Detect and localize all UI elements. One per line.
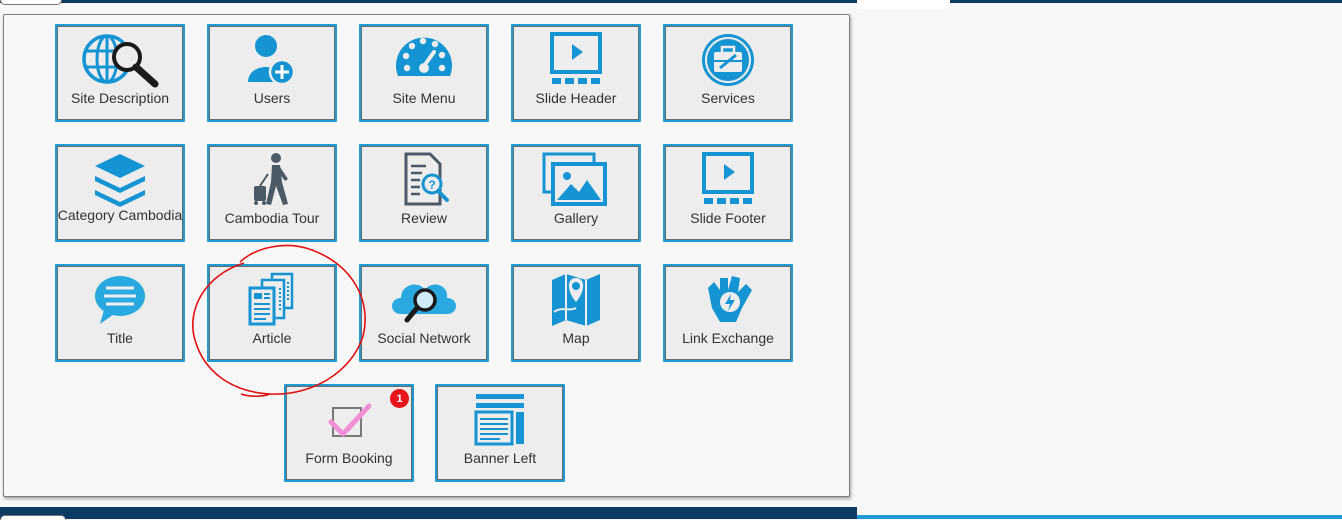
tile-cambodia-tour[interactable]: Cambodia Tour	[207, 144, 337, 242]
map-pin-icon	[513, 272, 639, 328]
tile-form-booking[interactable]: 1 Form Booking	[284, 384, 414, 482]
tile-category-cambodia[interactable]: Category Cambodia	[55, 144, 185, 242]
video-slide-icon	[665, 152, 791, 208]
tile-map[interactable]: Map	[511, 264, 641, 362]
video-slide-icon	[513, 32, 639, 88]
layers-icon	[57, 152, 183, 208]
gallery-icon	[513, 152, 639, 208]
tile-label: Category Cambodia	[57, 207, 183, 223]
tile-site-description[interactable]: Site Description	[55, 24, 185, 122]
tile-article[interactable]: Article	[207, 264, 337, 362]
tile-label: Title	[107, 330, 133, 346]
tile-label: Link Exchange	[682, 330, 774, 346]
banner-layout-icon	[437, 392, 563, 448]
tile-services[interactable]: Services	[663, 24, 793, 122]
top-header-gap	[857, 0, 950, 9]
bottom-bar	[0, 507, 857, 519]
hand-bolt-icon	[665, 272, 791, 328]
tile-label: Services	[701, 90, 755, 106]
toolbox-icon	[665, 32, 791, 88]
document-search-icon: ?	[361, 152, 487, 208]
tile-label: Site Menu	[392, 90, 456, 106]
bottom-tab[interactable]	[0, 515, 66, 520]
speedometer-icon	[361, 32, 487, 88]
tile-review[interactable]: ? Review	[359, 144, 489, 242]
tile-link-exchange[interactable]: Link Exchange	[663, 264, 793, 362]
tile-title[interactable]: Title	[55, 264, 185, 362]
add-user-icon	[209, 32, 335, 88]
tile-label: Map	[562, 330, 590, 346]
globe-search-icon	[57, 32, 183, 88]
tile-social-network[interactable]: Social Network	[359, 264, 489, 362]
tile-label: Slide Footer	[690, 210, 766, 226]
svg-text:?: ?	[428, 178, 435, 192]
tile-label: Cambodia Tour	[224, 210, 320, 226]
top-header-bar-right	[950, 0, 1342, 3]
bottom-accent-strip	[857, 515, 1342, 519]
tile-banner-left[interactable]: Banner Left	[435, 384, 565, 482]
tile-label: Gallery	[553, 210, 599, 226]
tile-label: Form Booking	[305, 450, 393, 466]
tile-slide-header[interactable]: Slide Header	[511, 24, 641, 122]
tile-label: Social Network	[377, 330, 471, 346]
top-tab[interactable]	[0, 0, 62, 5]
tile-slide-footer[interactable]: Slide Footer	[663, 144, 793, 242]
tile-label: Review	[401, 210, 447, 226]
notification-badge: 1	[390, 389, 409, 408]
cloud-search-icon	[361, 272, 487, 328]
tile-users[interactable]: Users	[207, 24, 337, 122]
tile-gallery[interactable]: Gallery	[511, 144, 641, 242]
articles-icon	[209, 272, 335, 328]
chat-bubble-icon	[57, 272, 183, 328]
traveler-icon	[209, 152, 335, 208]
tile-label: Article	[252, 330, 292, 346]
tile-label: Banner Left	[463, 450, 537, 466]
tile-label: Site Description	[70, 90, 170, 106]
tile-label: Users	[253, 90, 291, 106]
top-header-bar	[0, 0, 857, 3]
tile-label: Slide Header	[535, 90, 617, 106]
tile-site-menu[interactable]: Site Menu	[359, 24, 489, 122]
